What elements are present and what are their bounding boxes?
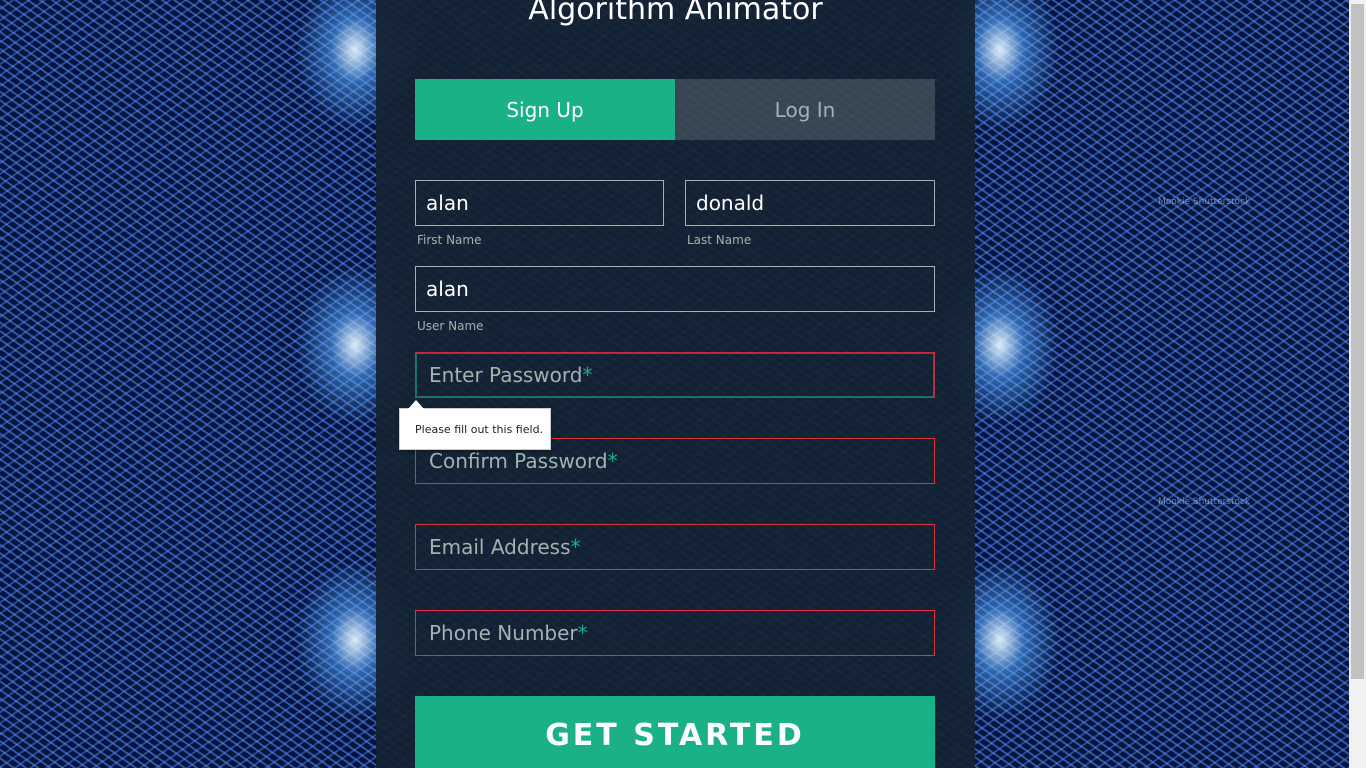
last-name-label: Last Name: [687, 233, 752, 247]
user-name-label: User Name: [417, 319, 484, 333]
watermark-top: Mookie Shutterstock: [1158, 197, 1251, 207]
email-input[interactable]: Email Address *: [415, 524, 935, 570]
user-name-input[interactable]: alan: [415, 266, 935, 312]
tab-sign-up[interactable]: Sign Up: [415, 79, 675, 140]
user-name-value: alan: [426, 277, 469, 301]
password-input[interactable]: Enter Password *: [415, 352, 935, 398]
first-name-value: alan: [426, 191, 469, 215]
auth-tabs: Sign Up Log In: [415, 79, 935, 140]
confirm-password-required-mark: *: [607, 449, 618, 473]
email-required-mark: *: [570, 535, 581, 559]
last-name-value: donald: [696, 191, 765, 215]
phone-required-mark: *: [577, 621, 588, 645]
phone-placeholder: Phone Number: [429, 621, 578, 645]
get-started-button[interactable]: GET STARTED: [415, 696, 935, 768]
page-scrollbar[interactable]: [1349, 0, 1366, 768]
tab-log-in[interactable]: Log In: [675, 79, 935, 140]
last-name-input[interactable]: donald: [685, 180, 935, 226]
scrollbar-thumb[interactable]: [1351, 4, 1364, 679]
password-placeholder: Enter Password: [429, 363, 583, 387]
first-name-label: First Name: [417, 233, 482, 247]
phone-input[interactable]: Phone Number *: [415, 610, 935, 656]
validation-tooltip: Please fill out this field.: [399, 400, 551, 450]
watermark-middle: Mookie Shutterstock: [1158, 497, 1251, 507]
signup-panel: Algorithm Animator Sign Up Log In alan F…: [376, 0, 975, 768]
confirm-password-placeholder: Confirm Password: [429, 449, 608, 473]
page-title: Algorithm Animator: [528, 0, 823, 27]
first-name-input[interactable]: alan: [415, 180, 664, 226]
email-placeholder: Email Address: [429, 535, 571, 559]
password-required-mark: *: [582, 363, 593, 387]
